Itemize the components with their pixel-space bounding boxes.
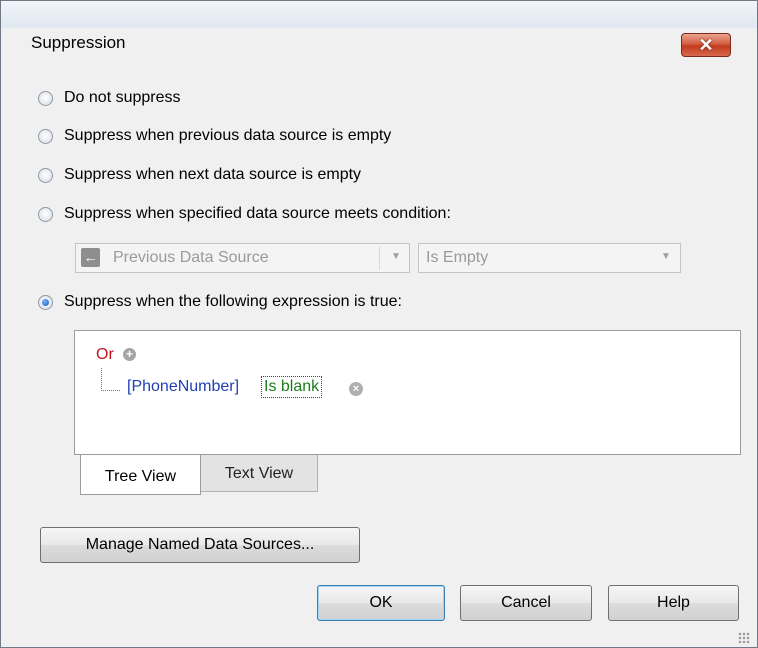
add-condition-icon[interactable]: + — [123, 348, 136, 361]
combo-divider — [379, 246, 380, 270]
option-label: Suppress when specified data source meet… — [64, 205, 451, 222]
radio-button[interactable] — [38, 90, 53, 106]
tab-label: Text View — [224, 465, 294, 482]
data-source-select[interactable]: ← Previous Data Source ▼ — [75, 243, 410, 273]
radio-button-checked[interactable] — [38, 294, 53, 310]
option-do-not-suppress[interactable]: Do not suppress — [38, 86, 181, 110]
option-label: Suppress when the following expression i… — [64, 293, 402, 310]
button-label: Help — [657, 594, 690, 611]
resize-grip[interactable] — [738, 632, 750, 644]
or-operator-node[interactable]: Or — [96, 346, 114, 364]
button-label: OK — [369, 594, 393, 611]
expression-tree-panel[interactable]: Or + [PhoneNumber] Is blank × — [74, 330, 741, 455]
title-bar[interactable] — [1, 1, 757, 28]
button-label: Manage Named Data Sources... — [85, 536, 315, 553]
radio-button[interactable] — [38, 128, 53, 144]
close-icon: ✕ — [698, 35, 714, 55]
radio-button[interactable] — [38, 206, 53, 222]
option-next-empty[interactable]: Suppress when next data source is empty — [38, 163, 361, 187]
tab-label: Tree View — [104, 468, 177, 485]
close-button[interactable]: ✕ — [681, 33, 731, 57]
button-label: Cancel — [501, 594, 551, 611]
condition-node[interactable]: Is blank — [261, 376, 323, 398]
chevron-down-icon: ▼ — [661, 251, 671, 262]
tab-tree-view[interactable]: Tree View — [80, 455, 201, 495]
manage-named-data-sources-button[interactable]: Manage Named Data Sources... — [40, 527, 360, 563]
cancel-button[interactable]: Cancel — [460, 585, 592, 621]
option-expression-true[interactable]: Suppress when the following expression i… — [38, 290, 402, 314]
option-label: Suppress when previous data source is em… — [64, 127, 392, 144]
option-label: Do not suppress — [64, 89, 181, 106]
chevron-down-icon: ▼ — [391, 251, 401, 262]
field-node[interactable]: [PhoneNumber] — [127, 378, 239, 396]
data-source-value: Previous Data Source — [113, 249, 269, 266]
option-previous-empty[interactable]: Suppress when previous data source is em… — [38, 124, 391, 148]
operator-select[interactable]: Is Empty ▼ — [418, 243, 681, 273]
ok-button[interactable]: OK — [317, 585, 445, 621]
option-label: Suppress when next data source is empty — [64, 166, 362, 183]
help-button[interactable]: Help — [608, 585, 739, 621]
operator-value: Is Empty — [426, 249, 489, 266]
left-arrow-icon: ← — [81, 248, 100, 267]
dialog-title: Suppression — [31, 33, 126, 52]
radio-button[interactable] — [38, 167, 53, 183]
tree-connector — [101, 368, 120, 391]
option-specified-condition[interactable]: Suppress when specified data source meet… — [38, 202, 451, 226]
tab-text-view[interactable]: Text View — [201, 455, 318, 492]
remove-condition-icon[interactable]: × — [349, 382, 363, 396]
